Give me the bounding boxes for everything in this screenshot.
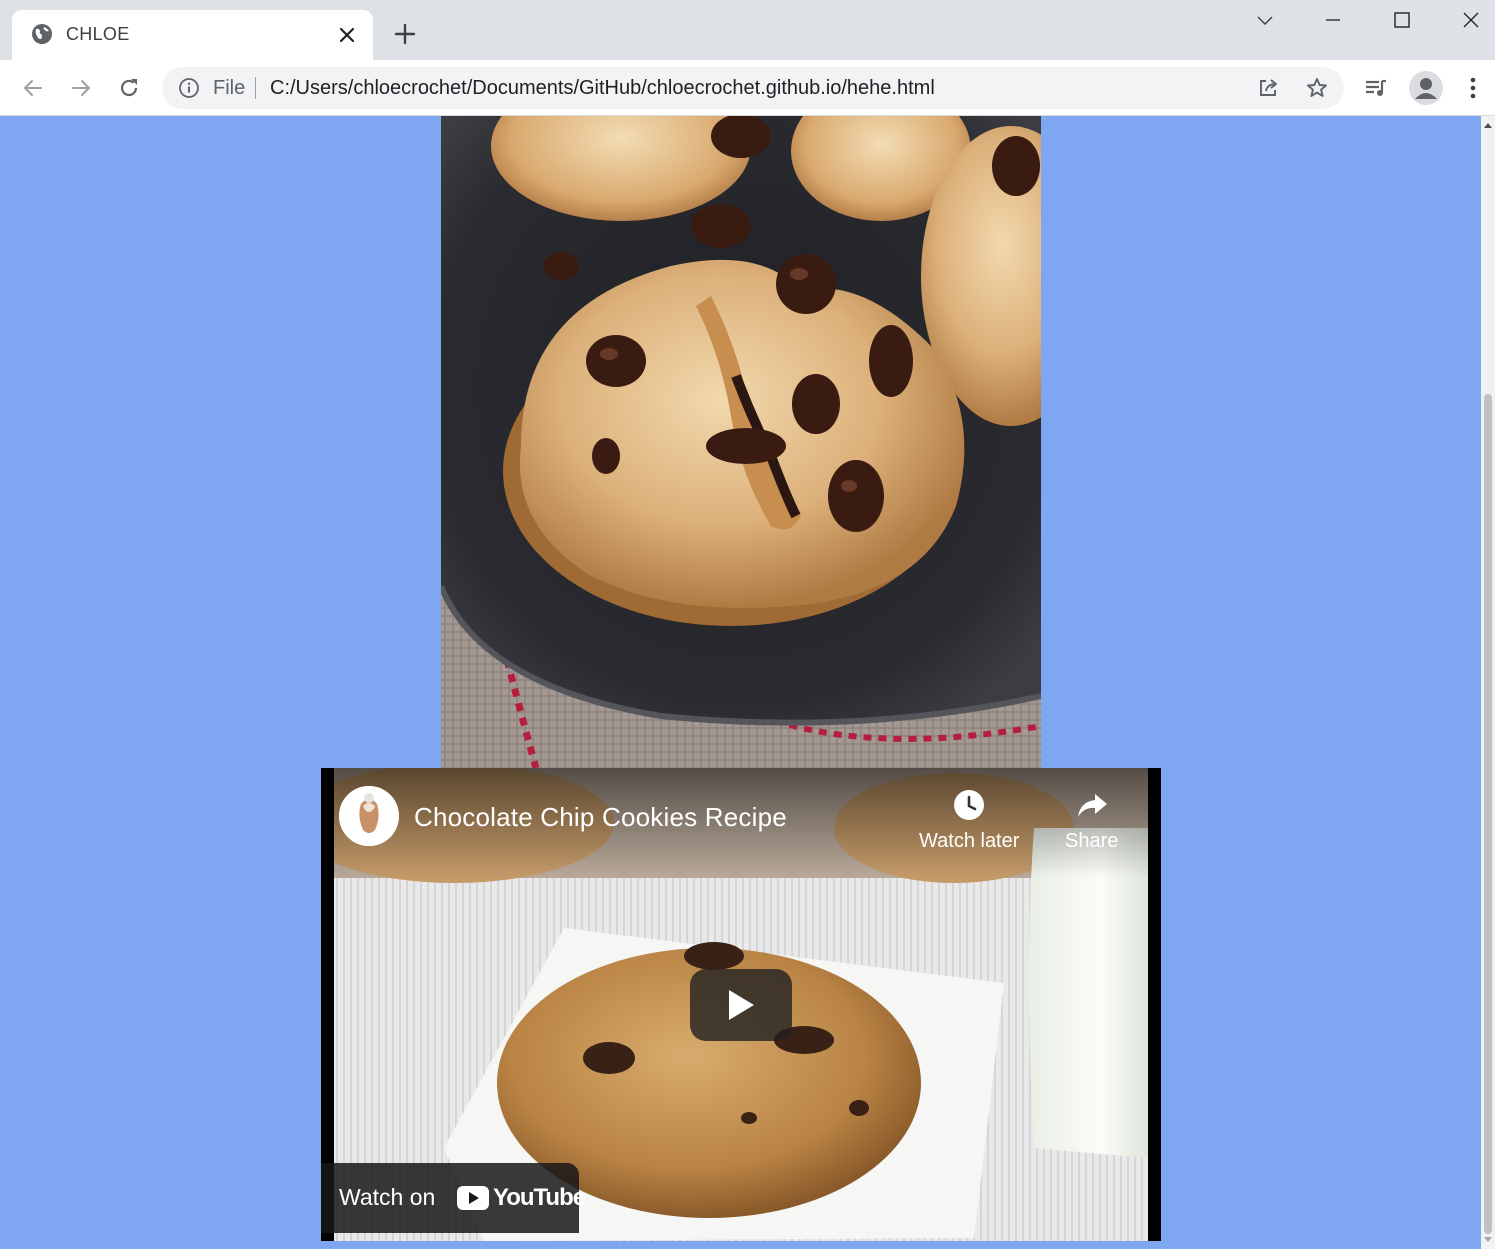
star-icon[interactable]	[1305, 76, 1329, 100]
omnibox-divider	[255, 77, 256, 99]
media-queue-icon[interactable]	[1360, 72, 1392, 104]
video-title[interactable]: Chocolate Chip Cookies Recipe	[414, 802, 787, 833]
vertical-scrollbar[interactable]	[1481, 116, 1495, 1249]
arrow-right-icon[interactable]	[65, 72, 97, 104]
watch-later-label: Watch later	[919, 830, 1020, 852]
chocolate-chip-cookies-photo	[441, 116, 1041, 768]
share-icon[interactable]	[1256, 76, 1280, 100]
maximize-icon[interactable]	[1379, 4, 1425, 36]
scrollbar-thumb[interactable]	[1484, 394, 1492, 1234]
scroll-up-arrow-icon[interactable]	[1484, 122, 1492, 130]
reload-icon[interactable]	[113, 72, 145, 104]
kebab-menu-icon[interactable]	[1457, 72, 1489, 104]
play-icon	[729, 990, 754, 1020]
url-text[interactable]: C:/Users/chloecrochet/Documents/GitHub/c…	[270, 77, 935, 100]
close-window-icon[interactable]	[1448, 4, 1494, 36]
browser-toolbar: File C:/Users/chloecrochet/Documents/Git…	[0, 60, 1495, 116]
youtube-wordmark: YouTube	[493, 1184, 586, 1211]
watch-on-youtube-button[interactable]: Watch on YouTube	[321, 1163, 586, 1233]
watch-on-label: Watch on	[339, 1184, 436, 1210]
watch-later-button[interactable]: Watch later	[919, 788, 1019, 853]
close-icon[interactable]	[336, 24, 358, 46]
youtube-embed[interactable]: Chocolate Chip Cookies Recipe Watch late…	[321, 768, 1161, 1241]
browser-tab[interactable]: CHLOE	[12, 10, 373, 60]
page-viewport: Chocolate Chip Cookies Recipe Watch late…	[0, 116, 1481, 1249]
address-bar[interactable]: File C:/Users/chloecrochet/Documents/Git…	[162, 67, 1344, 109]
minimize-icon[interactable]	[1310, 4, 1356, 36]
scheme-label: File	[213, 77, 246, 99]
tab-strip: CHLOE	[0, 0, 1495, 60]
youtube-play-icon	[457, 1186, 489, 1210]
channel-avatar[interactable]	[339, 786, 399, 846]
globe-icon	[32, 24, 52, 44]
share-arrow-icon	[1077, 794, 1107, 817]
plus-icon[interactable]	[391, 20, 419, 48]
tab-title: CHLOE	[66, 24, 130, 44]
youtube-logo: YouTube	[457, 1184, 586, 1211]
share-label: Share	[1065, 830, 1119, 852]
clock-icon	[954, 790, 985, 820]
scroll-down-arrow-icon[interactable]	[1484, 1235, 1492, 1243]
info-icon[interactable]	[178, 77, 200, 99]
play-button[interactable]	[690, 969, 792, 1041]
profile-avatar-icon[interactable]	[1409, 71, 1443, 105]
share-button[interactable]: Share	[1065, 788, 1118, 853]
arrow-left-icon[interactable]	[17, 72, 49, 104]
chevron-down-icon[interactable]	[1242, 4, 1288, 36]
